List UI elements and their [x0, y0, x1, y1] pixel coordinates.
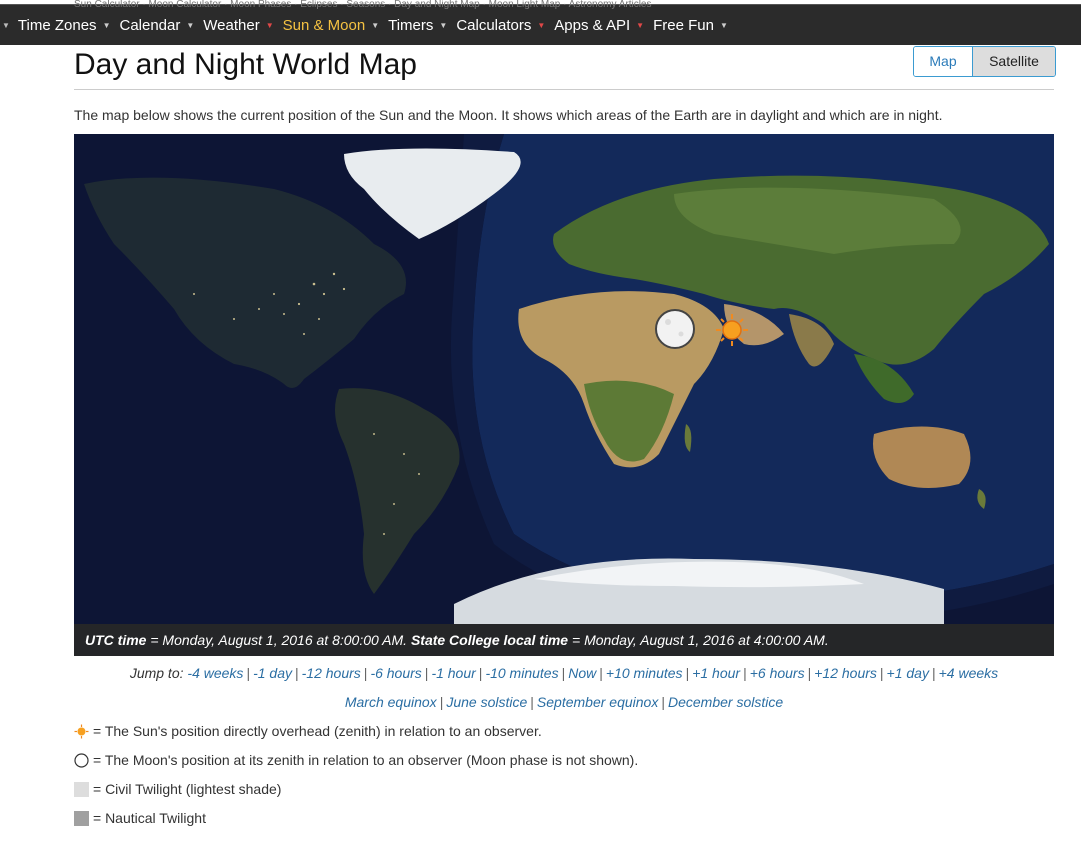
day-night-map[interactable]: UTC time = Monday, August 1, 2016 at 8:0…: [74, 134, 1054, 656]
utc-value: = Monday, August 1, 2016 at 8:00:00 AM.: [146, 632, 411, 648]
jump-link-10-minutes[interactable]: -10 minutes: [485, 665, 558, 681]
chevron-down-icon: ▼: [719, 21, 728, 30]
jump-link-march-equinox[interactable]: March equinox: [345, 694, 437, 710]
legend-sun: = The Sun's position directly overhead (…: [74, 723, 542, 739]
jump-link-1-hour[interactable]: -1 hour: [431, 665, 475, 681]
nav-item-label: Calculators: [456, 17, 532, 34]
legend-civil-text: = Civil Twilight (lightest shade): [93, 781, 282, 797]
jump-label: Jump to:: [129, 665, 184, 681]
jump-link-12-hours[interactable]: -12 hours: [302, 665, 361, 681]
jump-link-now[interactable]: Now: [568, 665, 596, 681]
jump-link-1-day[interactable]: +1 day: [887, 665, 929, 681]
legend-nautical-text: = Nautical Twilight: [93, 810, 206, 826]
legend-moon-text: = The Moon's position at its zenith in r…: [93, 752, 639, 768]
moon-marker: [655, 309, 695, 349]
view-toggle: Map Satellite: [913, 46, 1056, 77]
top-nav: Sun Calculator · Moon Calculator · Moon …: [0, 0, 1081, 45]
jump-link-4-weeks[interactable]: -4 weeks: [187, 665, 243, 681]
nav-item-apps-api[interactable]: Apps & API ▼: [554, 17, 644, 34]
sun-icon: [74, 724, 89, 738]
local-time-label: State College local time: [410, 632, 569, 648]
nav-item-calculators[interactable]: Calculators ▼: [456, 17, 545, 34]
jump-link-1-hour[interactable]: +1 hour: [692, 665, 740, 681]
link-separator: |: [295, 665, 299, 681]
nautical-twilight-swatch: [74, 810, 89, 826]
season-links-row: March equinox | June solstice | September eq…: [0, 694, 1081, 710]
moon-icon: [74, 752, 89, 768]
chevron-down-icon: ▼: [265, 21, 274, 30]
nav-item-calendar[interactable]: Calendar ▼: [119, 17, 194, 34]
nav-lead-caret-icon: ▼: [2, 21, 10, 30]
link-separator: |: [530, 694, 534, 710]
link-separator: |: [661, 694, 665, 710]
link-separator: |: [931, 665, 936, 681]
chevron-down-icon: ▼: [186, 21, 195, 30]
time-caption: UTC time = Monday, August 1, 2016 at 8:0…: [74, 624, 1054, 656]
breadcrumb: Sun Calculator · Moon Calculator · Moon …: [74, 0, 652, 10]
nav-item-weather[interactable]: Weather ▼: [203, 17, 273, 34]
jump-link-june-solstice[interactable]: June solstice: [446, 694, 527, 710]
nav-item-label: Apps & API: [554, 17, 631, 34]
nav-item-label: Sun & Moon: [282, 17, 366, 34]
legend-civil-twilight: = Civil Twilight (lightest shade): [74, 781, 281, 797]
jump-link-1-day[interactable]: -1 day: [253, 665, 292, 681]
link-separator: |: [599, 665, 603, 681]
nav-item-timers[interactable]: Timers ▼: [388, 17, 447, 34]
link-separator: |: [439, 694, 444, 710]
link-separator: |: [879, 665, 884, 681]
nav-lead: ▼: [0, 17, 18, 34]
jump-link-12-hours[interactable]: +12 hours: [814, 665, 877, 681]
utc-label: UTC time: [85, 632, 147, 648]
link-separator: |: [363, 665, 368, 681]
chevron-down-icon: ▼: [439, 21, 448, 30]
jump-link-6-hours[interactable]: +6 hours: [750, 665, 805, 681]
link-separator: |: [424, 665, 429, 681]
local-time-value: = Monday, August 1, 2016 at 4:00:00 AM.: [568, 632, 829, 648]
chevron-down-icon: ▼: [537, 21, 546, 30]
legend-moon: = The Moon's position at its zenith in r…: [74, 752, 638, 768]
nav-item-time-zones[interactable]: Time Zones ▼: [18, 17, 111, 34]
nav-menu: ▼ Time Zones ▼ Calendar ▼ Weather ▼ Sun & Moon ▼…: [0, 17, 737, 34]
chevron-down-icon: ▼: [371, 21, 380, 30]
jump-links-row: Jump to: -4 weeks | -1 day | -12 hours | -6 ho…: [0, 665, 1081, 681]
nav-item-label: Weather: [203, 17, 260, 34]
satellite-view-button[interactable]: Satellite: [972, 47, 1055, 76]
legend-nautical-twilight: = Nautical Twilight: [74, 810, 206, 826]
nav-item-sun-moon[interactable]: Sun & Moon ▼: [283, 17, 379, 34]
civil-twilight-swatch: [74, 781, 89, 797]
nav-item-label: Time Zones: [17, 17, 97, 34]
jump-link-september-equinox[interactable]: September equinox: [537, 694, 658, 710]
jump-link-december-solstice[interactable]: December solstice: [668, 694, 783, 710]
nav-item-free-fun[interactable]: Free Fun ▼: [653, 17, 728, 34]
chevron-down-icon: ▼: [636, 21, 645, 30]
nav-item-label: Calendar: [119, 17, 181, 34]
nav-item-label: Free Fun: [653, 17, 714, 34]
link-separator: |: [246, 665, 251, 681]
page-title: Day and Night World Map: [74, 48, 417, 81]
link-separator: |: [478, 665, 483, 681]
legend-sun-text: = The Sun's position directly overhead (…: [93, 723, 542, 739]
link-separator: |: [743, 665, 747, 681]
chevron-down-icon: ▼: [102, 21, 111, 30]
map-view-button[interactable]: Map: [914, 47, 972, 76]
jump-link-4-weeks[interactable]: +4 weeks: [939, 665, 999, 681]
link-separator: |: [561, 665, 566, 681]
link-separator: |: [685, 665, 690, 681]
world-map-image: [74, 134, 1054, 624]
nav-item-label: Timers: [388, 17, 434, 34]
link-separator: |: [807, 665, 812, 681]
title-divider: [74, 89, 1054, 90]
jump-link-10-minutes[interactable]: +10 minutes: [606, 665, 683, 681]
intro-text: The map below shows the current position…: [74, 107, 943, 123]
jump-link-6-hours[interactable]: -6 hours: [370, 665, 421, 681]
